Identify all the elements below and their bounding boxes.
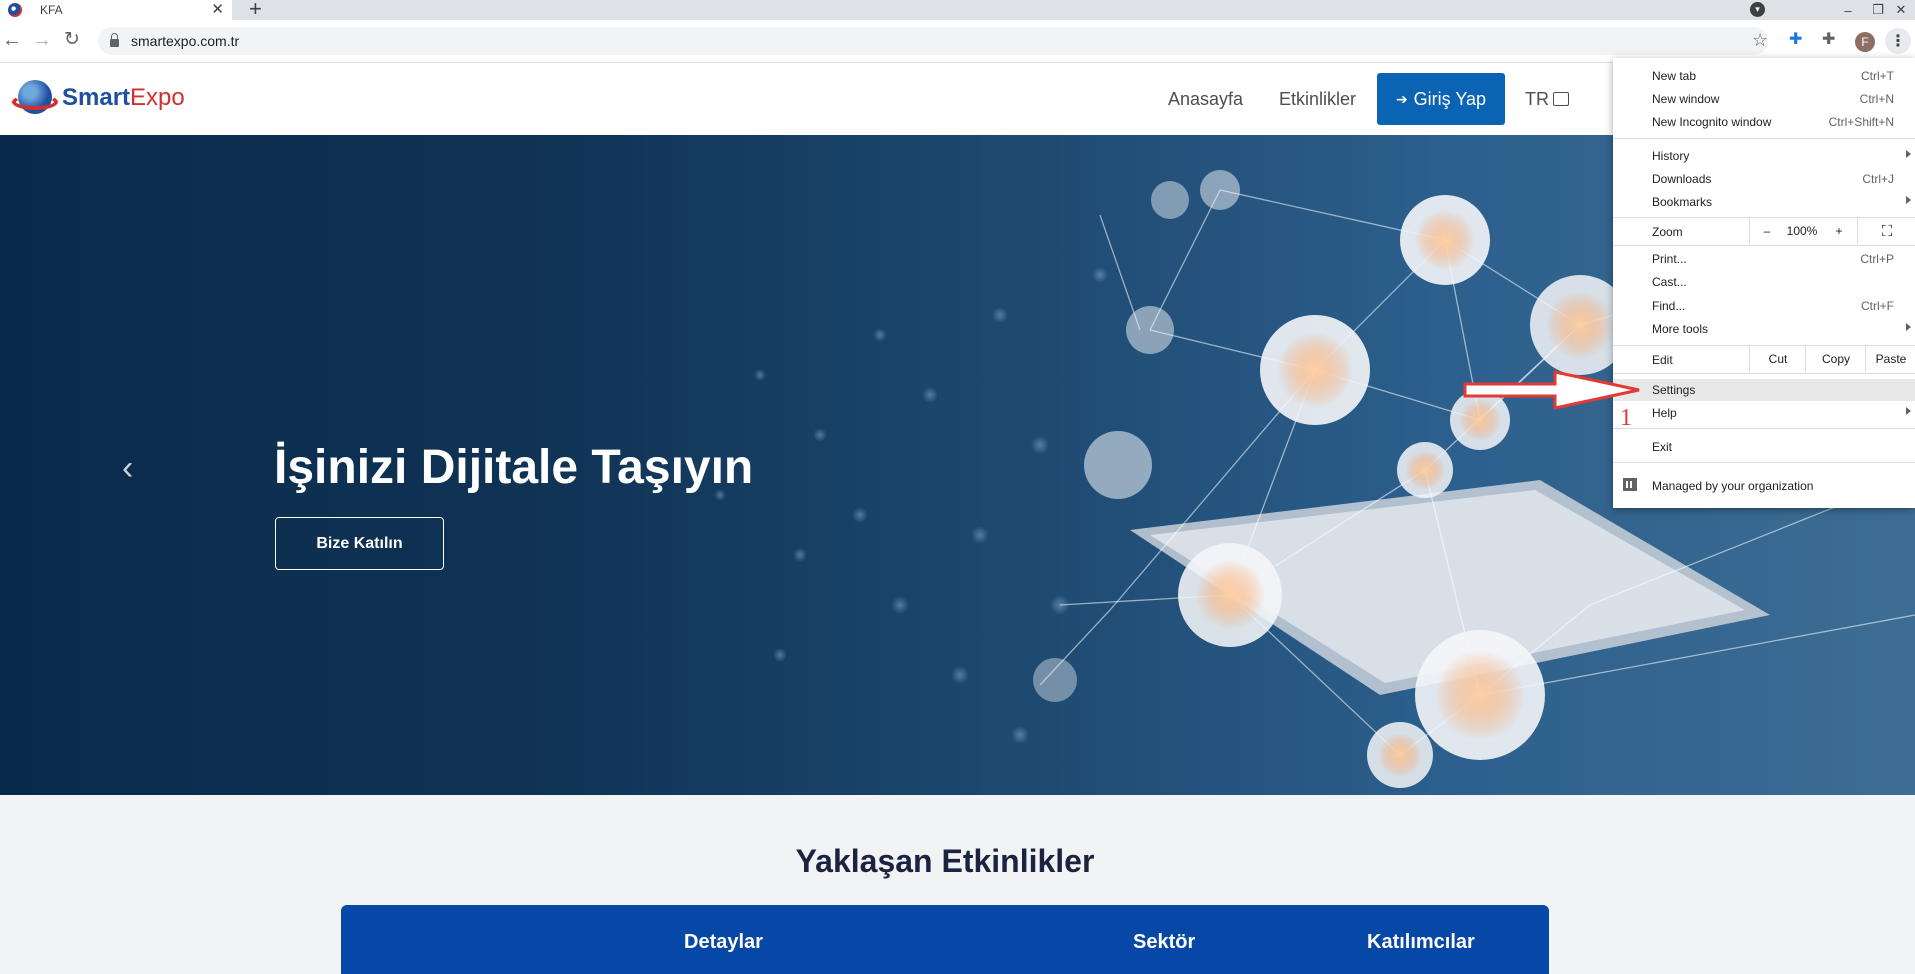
menu-row-edit: Edit Cut Copy Paste [1613, 346, 1915, 372]
browser-tab-strip: KFA ✕ + ▾ – ❐ ✕ [0, 0, 1915, 20]
menu-separator [1613, 245, 1915, 246]
menu-item-find[interactable]: Find... Ctrl+F [1613, 295, 1915, 317]
login-button[interactable]: ➔ Giriş Yap [1377, 73, 1505, 125]
menu-item-new-incognito-window[interactable]: New Incognito window Ctrl+Shift+N [1613, 111, 1915, 133]
menu-item-help[interactable]: Help [1613, 402, 1915, 424]
menu-item-new-tab[interactable]: New tab Ctrl+T [1613, 65, 1915, 87]
bookmark-star-icon[interactable]: ☆ [1752, 31, 1768, 49]
menu-item-history[interactable]: History [1613, 145, 1915, 167]
logo-text-smart: Smart [62, 84, 131, 111]
copy-button[interactable]: Copy [1805, 346, 1866, 372]
close-window-button[interactable]: ✕ [1888, 0, 1914, 20]
submenu-arrow-icon [1906, 323, 1911, 331]
menu-item-bookmarks[interactable]: Bookmarks [1613, 191, 1915, 213]
cut-button[interactable]: Cut [1749, 346, 1806, 372]
menu-item-exit[interactable]: Exit [1613, 436, 1915, 458]
menu-separator [1613, 428, 1915, 429]
lock-icon [110, 33, 119, 47]
profile-avatar[interactable]: F [1855, 32, 1875, 52]
menu-separator [1613, 138, 1915, 139]
zoom-label: Zoom [1652, 225, 1683, 239]
forward-arrow-icon[interactable]: → [32, 28, 52, 52]
hero-title: İşinizi Dijitale Taşıyın [274, 441, 754, 494]
chrome-menu-kebab-icon[interactable]: ⋮ [1885, 28, 1911, 54]
zoom-in-button[interactable]: + [1821, 218, 1857, 244]
zoom-level-value: 100% [1786, 224, 1818, 238]
url-text[interactable]: smartexpo.com.tr [131, 33, 239, 49]
smartexpo-logo[interactable]: SmartExpo [12, 78, 185, 118]
nav-link-anasayfa[interactable]: Anasayfa [1168, 89, 1243, 110]
menu-separator [1613, 462, 1915, 463]
carousel-prev-chevron-icon[interactable]: ‹ [122, 451, 133, 485]
extensions-menu-icon[interactable]: ✚ [1822, 31, 1835, 49]
close-tab-icon[interactable]: ✕ [211, 1, 224, 19]
upcoming-events-title: Yaklaşan Etkinlikler [795, 843, 1095, 879]
back-arrow-icon[interactable]: ← [2, 28, 22, 52]
globe-logo-icon [12, 78, 58, 118]
menu-separator [1613, 373, 1915, 374]
tab-title: KFA [40, 3, 63, 17]
reload-icon[interactable]: ↻ [64, 28, 80, 52]
column-header-participants: Katılımcılar [1367, 931, 1475, 953]
submenu-arrow-icon [1906, 196, 1911, 204]
red-annotation-arrow-icon [1463, 370, 1640, 410]
menu-item-downloads[interactable]: Downloads Ctrl+J [1613, 168, 1915, 190]
tab-search-icon[interactable]: ▾ [1750, 2, 1765, 17]
browser-toolbar: ← → ↻ smartexpo.com.tr ☆ ✚ ✚ F ⋮ [0, 20, 1915, 63]
menu-item-new-window[interactable]: New window Ctrl+N [1613, 88, 1915, 110]
extension-puzzle-icon[interactable]: ✚ [1789, 31, 1802, 49]
menu-item-settings[interactable]: Settings [1613, 379, 1915, 401]
join-us-button[interactable]: Bize Katılın [275, 517, 444, 570]
sign-in-icon: ➔ [1395, 90, 1408, 107]
events-table-header: Detaylar Sektör Katılımcılar [341, 905, 1549, 974]
fullscreen-icon[interactable]: ⛶ [1857, 218, 1915, 244]
site-favicon-icon [8, 3, 22, 17]
menu-item-print[interactable]: Print... Ctrl+P [1613, 248, 1915, 270]
submenu-arrow-icon [1906, 150, 1911, 158]
column-header-details: Detaylar [684, 931, 763, 953]
zoom-out-button[interactable]: – [1749, 218, 1784, 244]
menu-item-cast[interactable]: Cast... [1613, 271, 1915, 293]
logo-text-expo: Expo [130, 84, 185, 111]
language-icon [1553, 92, 1569, 106]
language-label: TR [1525, 89, 1549, 109]
building-icon [1623, 478, 1637, 491]
menu-item-managed-by-organization[interactable]: Managed by your organization [1613, 475, 1915, 497]
menu-item-more-tools[interactable]: More tools [1613, 318, 1915, 340]
annotation-step-number: 1 [1620, 405, 1632, 431]
minimize-window-button[interactable]: – [1833, 0, 1863, 20]
column-header-sector: Sektör [1133, 931, 1196, 953]
nav-link-etkinlikler[interactable]: Etkinlikler [1279, 89, 1356, 110]
submenu-arrow-icon [1906, 407, 1911, 415]
paste-button[interactable]: Paste [1865, 346, 1915, 372]
edit-label: Edit [1652, 353, 1673, 367]
browser-tab[interactable]: KFA ✕ [0, 0, 232, 20]
menu-row-zoom: Zoom – 100% + ⛶ [1613, 218, 1915, 244]
address-bar[interactable]: smartexpo.com.tr [98, 27, 1768, 55]
chrome-main-menu: New tab Ctrl+T New window Ctrl+N New Inc… [1613, 58, 1915, 508]
language-selector[interactable]: TR [1525, 89, 1569, 110]
login-button-label: Giriş Yap [1413, 88, 1487, 109]
new-tab-button[interactable]: + [249, 0, 262, 20]
